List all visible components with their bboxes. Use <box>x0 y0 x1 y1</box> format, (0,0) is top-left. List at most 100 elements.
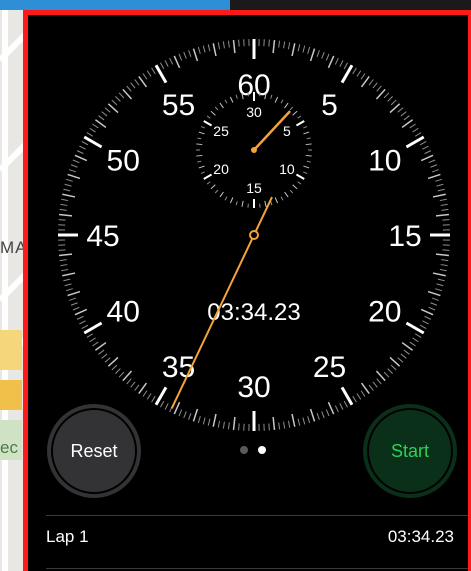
minor-tick <box>81 141 89 146</box>
minor-tick <box>435 253 450 257</box>
minor-tick <box>69 169 77 173</box>
minor-tick <box>302 45 306 53</box>
subdial-tick <box>295 173 305 180</box>
minor-tick <box>325 53 330 61</box>
minor-tick <box>403 115 410 121</box>
major-tick <box>154 64 168 84</box>
minor-tick <box>422 145 429 150</box>
minor-tick <box>419 324 427 329</box>
minor-tick <box>118 371 125 378</box>
subdial-tick <box>196 143 203 146</box>
dial-number: 5 <box>321 89 338 122</box>
minor-tick <box>307 46 311 54</box>
minor-tick <box>69 297 77 301</box>
minor-tick <box>202 45 206 53</box>
minor-tick <box>430 302 438 306</box>
dial-number: 15 <box>388 220 421 253</box>
minor-tick <box>325 409 330 417</box>
minor-tick <box>297 418 301 426</box>
minor-tick <box>409 341 416 347</box>
dial-number: 25 <box>313 351 346 384</box>
minor-tick <box>368 79 374 86</box>
minor-tick <box>188 50 192 58</box>
subdial-number: 30 <box>246 104 262 120</box>
subdial-tick <box>295 120 305 127</box>
dial-number: 10 <box>368 145 401 178</box>
minor-tick <box>59 208 67 211</box>
subdial-tick <box>229 96 234 103</box>
minor-tick <box>435 288 443 292</box>
minor-tick <box>58 219 66 221</box>
start-button[interactable]: Start <box>363 404 457 498</box>
minor-tick <box>431 297 439 301</box>
minor-tick <box>61 198 69 202</box>
subdial-tick <box>303 171 308 175</box>
minor-tick <box>126 85 132 92</box>
dial-number: 45 <box>86 220 119 253</box>
minor-tick <box>439 198 447 202</box>
minor-tick <box>268 39 270 47</box>
minor-tick <box>232 416 236 431</box>
window-top-edge <box>230 0 471 10</box>
minor-tick <box>297 44 301 52</box>
lap-name: Lap 1 <box>46 527 89 546</box>
minor-tick <box>207 418 211 426</box>
minor-tick <box>431 169 439 173</box>
minor-tick <box>197 416 201 424</box>
minor-tick <box>67 290 81 297</box>
minor-tick <box>142 390 148 397</box>
subdial-number: 20 <box>213 161 229 177</box>
minor-tick <box>63 188 71 192</box>
minor-tick <box>130 381 136 388</box>
subdial-number: 5 <box>283 123 291 139</box>
subdial-tick <box>306 137 311 140</box>
minor-tick <box>387 96 393 102</box>
minor-tick <box>60 203 68 206</box>
minor-tick <box>376 378 382 385</box>
subdial-tick <box>198 131 205 135</box>
subdial-tick <box>264 200 267 207</box>
minor-tick <box>400 353 407 359</box>
lap-divider <box>46 515 468 516</box>
minor-tick <box>227 422 230 430</box>
page-dot-2-active[interactable] <box>258 446 266 454</box>
subdial-tick <box>284 102 289 109</box>
minor-tick <box>339 403 344 410</box>
subdial-tick <box>210 184 216 190</box>
minor-tick <box>217 420 221 428</box>
minor-tick <box>397 357 404 363</box>
subdial-tick <box>284 191 289 198</box>
minor-tick <box>414 132 422 137</box>
minor-tick <box>419 141 427 146</box>
subdial-tick <box>289 189 294 194</box>
minor-tick <box>360 73 366 80</box>
minor-tick <box>291 413 296 427</box>
page-indicator[interactable] <box>240 446 266 454</box>
subdial-tick <box>196 154 203 157</box>
minor-tick <box>222 41 225 49</box>
minor-tick <box>327 55 335 69</box>
minor-tick <box>383 371 390 378</box>
minor-tick <box>111 364 118 371</box>
minor-tick <box>134 79 140 86</box>
minor-tick <box>146 393 152 400</box>
minor-tick <box>115 368 121 374</box>
minor-tick <box>164 60 169 67</box>
minor-tick <box>283 41 286 49</box>
minor-tick <box>134 384 140 391</box>
minor-tick <box>207 44 211 52</box>
reset-button[interactable]: Reset <box>47 404 141 498</box>
minor-tick <box>424 315 432 320</box>
subdial-tick <box>289 106 294 111</box>
major-tick <box>83 321 103 335</box>
seconds-hand-pivot <box>249 230 259 240</box>
subdial-tick <box>203 120 213 127</box>
subdial-tick <box>292 184 298 190</box>
minor-tick <box>428 159 436 164</box>
minor-tick <box>291 43 296 57</box>
page-dot-1[interactable] <box>240 446 248 454</box>
minor-tick <box>197 46 201 54</box>
minor-tick <box>356 393 362 400</box>
minor-tick <box>64 283 72 287</box>
minor-tick <box>401 341 414 351</box>
